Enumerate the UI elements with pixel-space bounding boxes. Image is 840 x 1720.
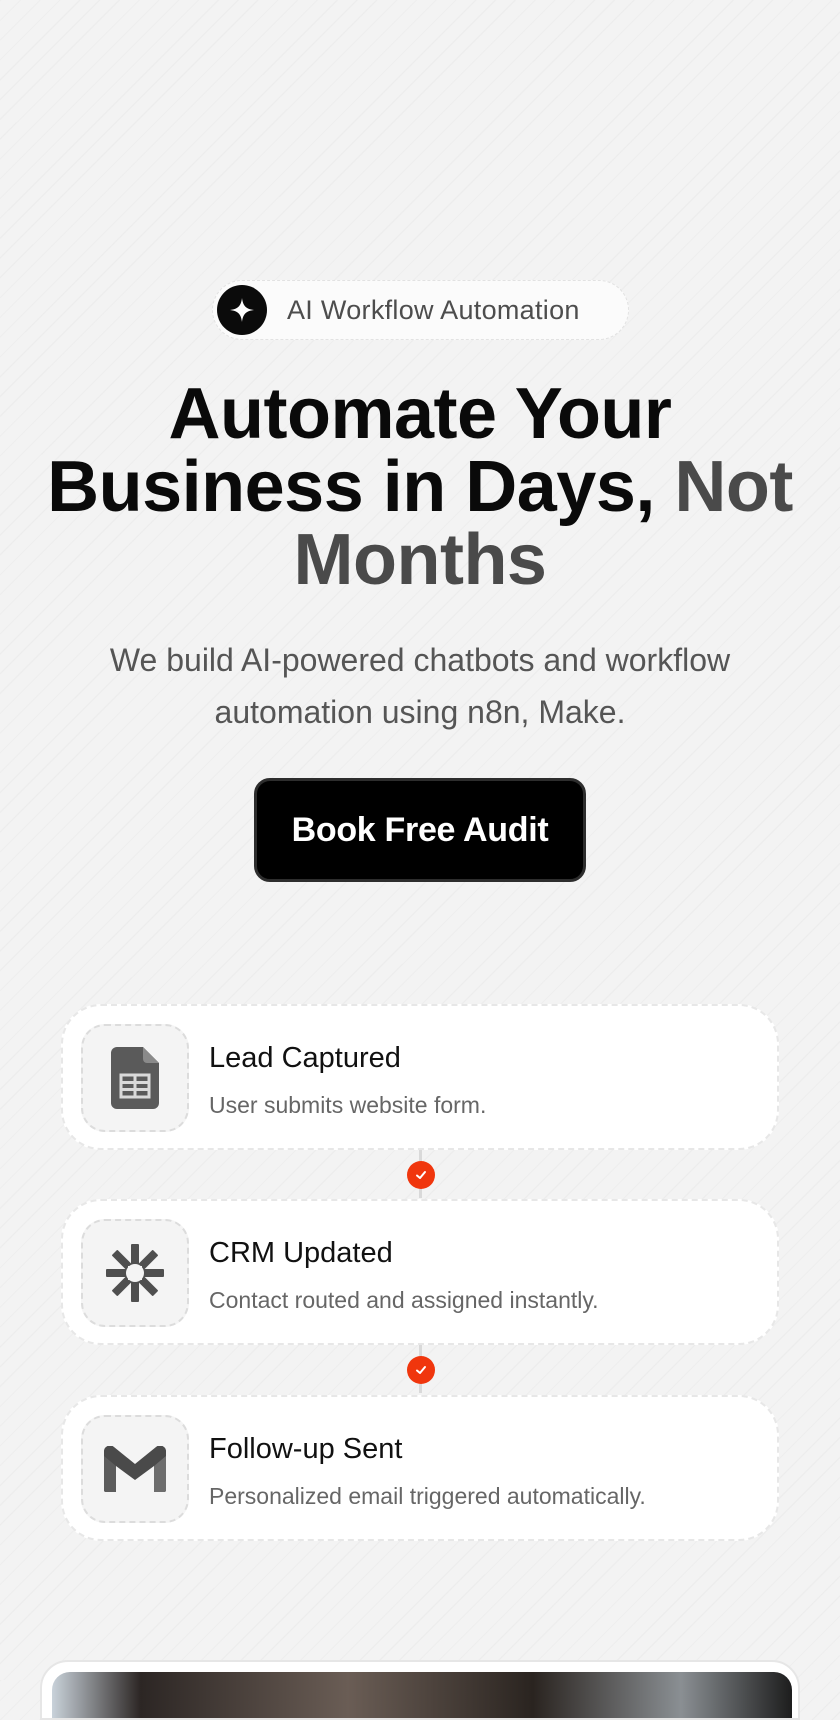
workflow-step-follow-up-sent: Follow-up Sent Personalized email trigge… bbox=[61, 1395, 779, 1541]
workflow-step-crm-updated: CRM Updated Contact routed and assigned … bbox=[61, 1199, 779, 1345]
step-description: User submits website form. bbox=[209, 1092, 487, 1118]
book-free-audit-button[interactable]: Book Free Audit bbox=[254, 778, 586, 882]
step-title: CRM Updated bbox=[209, 1237, 393, 1269]
check-icon bbox=[407, 1161, 435, 1189]
sparkle-icon bbox=[217, 285, 267, 335]
step-description: Contact routed and assigned instantly. bbox=[209, 1287, 599, 1313]
media-preview-card bbox=[40, 1660, 800, 1720]
badge-label: AI Workflow Automation bbox=[287, 294, 580, 325]
page-title: Automate Your Business in Days, Not Mont… bbox=[30, 378, 810, 597]
check-icon bbox=[407, 1356, 435, 1384]
step-description: Personalized email triggered automatical… bbox=[209, 1483, 646, 1509]
step-title: Lead Captured bbox=[209, 1042, 401, 1074]
step-title: Follow-up Sent bbox=[209, 1433, 403, 1465]
workflow-step-lead-captured: Lead Captured User submits website form. bbox=[61, 1004, 779, 1150]
title-main: Automate Your Business in Days, bbox=[47, 374, 672, 527]
google-sheets-icon bbox=[81, 1024, 189, 1132]
hero-subtitle: We build AI-powered chatbots and workflo… bbox=[109, 642, 731, 730]
gmail-icon bbox=[81, 1415, 189, 1523]
preview-image bbox=[52, 1672, 792, 1718]
zapier-asterisk-icon bbox=[81, 1219, 189, 1327]
category-badge: AI Workflow Automation bbox=[212, 280, 629, 340]
